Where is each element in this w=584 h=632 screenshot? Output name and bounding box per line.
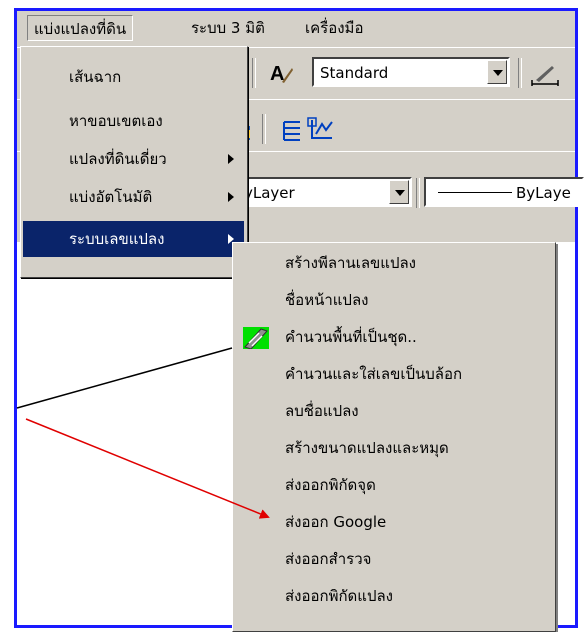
menu-item-single-parcel[interactable]: แปลงที่ดินเดี่ยว <box>23 141 244 177</box>
parcel-numbering-submenu: สร้างพีลานเลขแปลง ชื่อหน้าแปลง คำนวนพื้น… <box>232 242 556 632</box>
submenu-item-label: ชื่อหน้าแปลง <box>285 291 369 309</box>
menu-item-label: แบ่งอัตโนมัติ <box>69 188 153 206</box>
submenu-item-delete-parcel-name[interactable]: ลบชื่อแปลง <box>235 393 553 429</box>
menu-item-find-boundary[interactable]: หาขอบเขตเอง <box>23 103 244 139</box>
submenu-item-label: สร้างขนาดแปลงและหมุด <box>285 439 449 457</box>
menu-item-label: ระบบเลขแปลง <box>69 230 165 248</box>
menu-item-auto-divide[interactable]: แบ่งอัตโนมัติ <box>23 179 244 215</box>
list-tool-icon[interactable] <box>280 118 304 142</box>
area-calc-icon <box>243 326 269 350</box>
submenu-item-label: ส่งออกสำรวจ <box>285 550 372 568</box>
menu-tools[interactable]: เครื่องมือ <box>299 15 369 41</box>
properties-tool-icon[interactable] <box>306 116 333 140</box>
layer-combo-value: yLayer <box>244 184 295 202</box>
toolbar-separator <box>252 58 256 88</box>
menu-item-label: แปลงที่ดินเดี่ยว <box>69 150 167 168</box>
linetype-sample <box>438 192 512 193</box>
menu-land-division[interactable]: แบ่งแปลงที่ดิน <box>27 15 134 41</box>
toolbar-separator <box>518 58 522 88</box>
menu-bar: แบ่งแปลงที่ดิน ระบบ 3 มิติ เครื่องมือ <box>17 11 575 47</box>
submenu-item-label: สร้างพีลานเลขแปลง <box>285 254 416 272</box>
submenu-item-create-parcel-numbers[interactable]: สร้างพีลานเลขแปลง <box>235 245 553 281</box>
dimension-icon[interactable] <box>530 60 559 86</box>
submenu-item-label: คำนวนพื้นที่เป็นชุด.. <box>285 328 417 346</box>
layer-combo[interactable]: yLayer <box>236 177 412 207</box>
submenu-arrow-icon <box>228 154 234 164</box>
menu-item-label: เส้นฉาก <box>69 68 122 86</box>
submenu-item-export-survey[interactable]: ส่งออกสำรวจ <box>235 541 553 577</box>
submenu-item-export-google[interactable]: ส่งออก Google <box>235 504 553 540</box>
submenu-item-label: ลบชื่อแปลง <box>285 402 359 420</box>
submenu-item-label: คำนวนและใส่เลขเป็นบล้อก <box>285 365 463 383</box>
text-style-combo[interactable]: Standard <box>312 57 510 87</box>
submenu-item-label: ส่งออก Google <box>285 513 387 531</box>
linetype-combo[interactable]: ByLaye <box>424 177 584 207</box>
submenu-item-batch-area[interactable]: คำนวนพื้นที่เป็นชุด.. <box>235 319 553 355</box>
chevron-down-icon[interactable] <box>389 180 409 204</box>
submenu-item-parcel-name[interactable]: ชื่อหน้าแปลง <box>235 282 553 318</box>
menu-item-label: หาขอบเขตเอง <box>69 112 163 130</box>
menu-item-perpendicular-line[interactable]: เส้นฉาก <box>23 59 244 95</box>
submenu-item-calc-number-block[interactable]: คำนวนและใส่เลขเป็นบล้อก <box>235 356 553 392</box>
chevron-down-icon[interactable] <box>487 60 507 84</box>
toolbar-separator <box>262 114 266 144</box>
linetype-combo-value: ByLaye <box>516 184 571 202</box>
submenu-arrow-icon <box>228 192 234 202</box>
submenu-item-parcel-size-markers[interactable]: สร้างขนาดแปลงและหมุด <box>235 430 553 466</box>
land-division-menu: เส้นฉาก หาขอบเขตเอง แปลงที่ดินเดี่ยว แบ่… <box>20 46 248 278</box>
menu-item-parcel-numbering[interactable]: ระบบเลขแปลง <box>23 221 244 257</box>
submenu-item-export-parcel-coords[interactable]: ส่งออกพิกัดแปลง <box>235 578 553 614</box>
submenu-item-label: ส่งออกพิกัดจุด <box>285 476 376 494</box>
menu-3d-system[interactable]: ระบบ 3 มิติ <box>185 15 271 41</box>
toolbar-separator <box>416 178 420 208</box>
submenu-item-export-point-coords[interactable]: ส่งออกพิกัดจุด <box>235 467 553 503</box>
text-style-value: Standard <box>320 64 389 82</box>
submenu-item-label: ส่งออกพิกัดแปลง <box>285 587 393 605</box>
text-style-icon[interactable]: A <box>268 60 293 85</box>
